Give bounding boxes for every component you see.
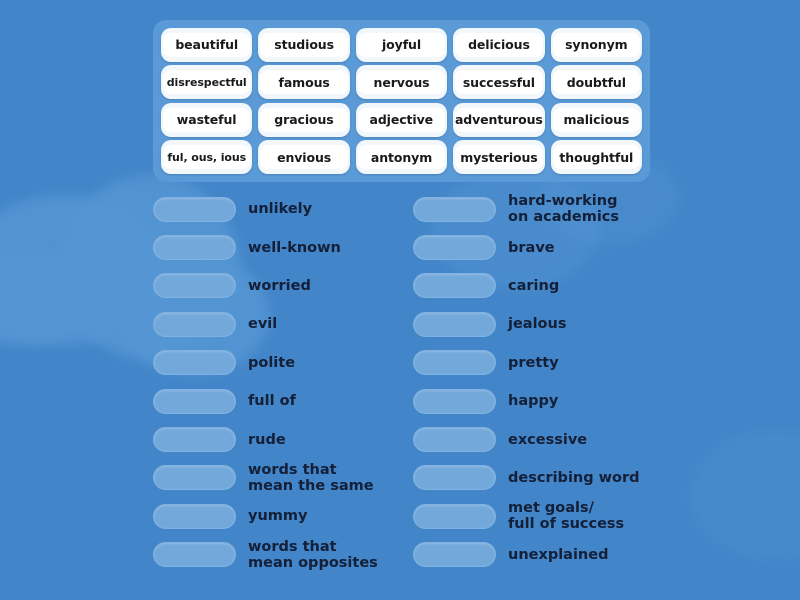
word-bank-row: disrespectful famous nervous successful doub… [158, 64, 645, 102]
definition-label: full of [248, 393, 296, 410]
word-bank-row: beautiful studious joyful delicious synonym [158, 26, 645, 64]
background-cloud-shape [0, 250, 100, 345]
drop-zone-right-8[interactable] [413, 465, 496, 491]
word-tile-label: joyful [381, 37, 422, 53]
word-tile-label: gracious [274, 112, 334, 128]
word-tile[interactable]: wasteful [160, 102, 253, 137]
word-tile-label: wasteful [176, 112, 237, 128]
word-tile-label: adventurous [454, 112, 543, 128]
drop-zone-right-10[interactable] [413, 542, 496, 568]
word-tile[interactable]: delicious [452, 27, 545, 62]
word-tile[interactable]: thoughtful [550, 140, 643, 175]
match-row: happy [413, 382, 743, 420]
definition-label: jealous [508, 316, 567, 333]
match-row: hard-working on academics [413, 190, 743, 228]
match-row: describing word [413, 459, 743, 497]
word-bank-panel: beautiful studious joyful delicious synonym d… [153, 20, 650, 182]
match-up-activity: { "activity": { "type": "match-up", "bac… [0, 0, 800, 600]
definition-label: polite [248, 354, 296, 371]
word-tile-label: studious [274, 37, 334, 53]
word-tile-label: ful, ous, ious [167, 150, 247, 164]
drop-zone-left-8[interactable] [153, 465, 236, 491]
drop-zone-left-4[interactable] [153, 311, 236, 337]
drop-zone-left-10[interactable] [153, 542, 236, 568]
definition-label: describing word [508, 469, 640, 486]
word-tile-label: disrespectful [166, 75, 247, 89]
match-row: excessive [413, 420, 743, 458]
definition-label: unlikely [248, 201, 313, 218]
word-tile-label: mysterious [460, 149, 538, 165]
word-tile-label: famous [278, 74, 330, 90]
word-tile-label: adjective [369, 112, 434, 128]
word-bank-row: wasteful gracious adjective adventurous mali… [158, 101, 645, 139]
word-tile[interactable]: doubtful [550, 65, 643, 100]
word-tile[interactable]: adjective [355, 102, 448, 137]
match-row: pretty [413, 344, 743, 382]
word-tile-label: beautiful [175, 37, 239, 53]
word-tile[interactable]: adventurous [452, 102, 546, 137]
match-row: met goals/ full of success [413, 497, 743, 535]
word-tile[interactable]: antonym [355, 140, 448, 175]
drop-zone-right-4[interactable] [413, 311, 496, 337]
match-row: brave [413, 228, 743, 266]
word-tile[interactable]: ful, ous, ious [160, 140, 253, 175]
definition-label: met goals/ full of success [508, 500, 625, 533]
word-tile-label: thoughtful [559, 149, 634, 165]
drop-zone-right-5[interactable] [413, 350, 496, 376]
word-bank-row: ful, ous, ious envious antonym mysterious th… [158, 139, 645, 177]
word-tile[interactable]: disrespectful [160, 65, 253, 100]
definition-label: hard-working on academics [508, 193, 620, 226]
word-tile[interactable]: mysterious [452, 140, 545, 175]
word-tile[interactable]: synonym [550, 27, 643, 62]
definition-label: yummy [248, 508, 308, 525]
drop-zone-left-7[interactable] [153, 427, 236, 453]
word-tile[interactable]: successful [452, 65, 545, 100]
drop-zone-right-1[interactable] [413, 196, 496, 222]
word-tile-label: doubtful [566, 74, 626, 90]
match-row: caring [413, 267, 743, 305]
right-definition-column: hard-working on academics brave caring jeal… [413, 190, 743, 574]
drop-zone-left-9[interactable] [153, 503, 236, 529]
word-tile[interactable]: nervous [355, 65, 448, 100]
drop-zone-right-7[interactable] [413, 427, 496, 453]
word-tile[interactable]: beautiful [160, 27, 253, 62]
definition-label: excessive [508, 431, 588, 448]
word-tile-label: antonym [370, 149, 433, 165]
definition-label: evil [248, 316, 278, 333]
word-tile-label: synonym [565, 37, 628, 53]
word-tile-label: delicious [468, 37, 530, 53]
definition-label: pretty [508, 354, 559, 371]
definition-label: words that mean opposites [248, 538, 378, 571]
match-row: jealous [413, 305, 743, 343]
definition-label: happy [508, 393, 559, 410]
definition-label: brave [508, 239, 555, 256]
drop-zone-right-3[interactable] [413, 273, 496, 299]
drop-zone-right-2[interactable] [413, 235, 496, 261]
drop-zone-left-6[interactable] [153, 388, 236, 414]
word-tile[interactable]: envious [257, 140, 350, 175]
word-tile[interactable]: malicious [550, 102, 643, 137]
word-tile[interactable]: joyful [355, 27, 448, 62]
background-cloud-shape [0, 195, 170, 345]
drop-zone-right-9[interactable] [413, 503, 496, 529]
drop-zone-right-6[interactable] [413, 388, 496, 414]
word-tile[interactable]: gracious [257, 102, 350, 137]
drop-zone-left-5[interactable] [153, 350, 236, 376]
definition-label: rude [248, 431, 286, 448]
definition-label: unexplained [508, 546, 609, 563]
definition-label: caring [508, 277, 560, 294]
definition-label: worried [248, 277, 311, 294]
word-tile-label: envious [277, 149, 332, 165]
definition-label: well-known [248, 239, 341, 256]
word-tile-label: nervous [373, 74, 430, 90]
word-tile[interactable]: studious [257, 27, 350, 62]
word-tile-label: malicious [563, 112, 630, 128]
word-tile-label: successful [462, 74, 535, 90]
word-tile[interactable]: famous [257, 65, 350, 100]
definition-label: words that mean the same [248, 461, 374, 494]
match-row: unexplained [413, 536, 743, 574]
drop-zone-left-3[interactable] [153, 273, 236, 299]
drop-zone-left-1[interactable] [153, 196, 236, 222]
drop-zone-left-2[interactable] [153, 235, 236, 261]
